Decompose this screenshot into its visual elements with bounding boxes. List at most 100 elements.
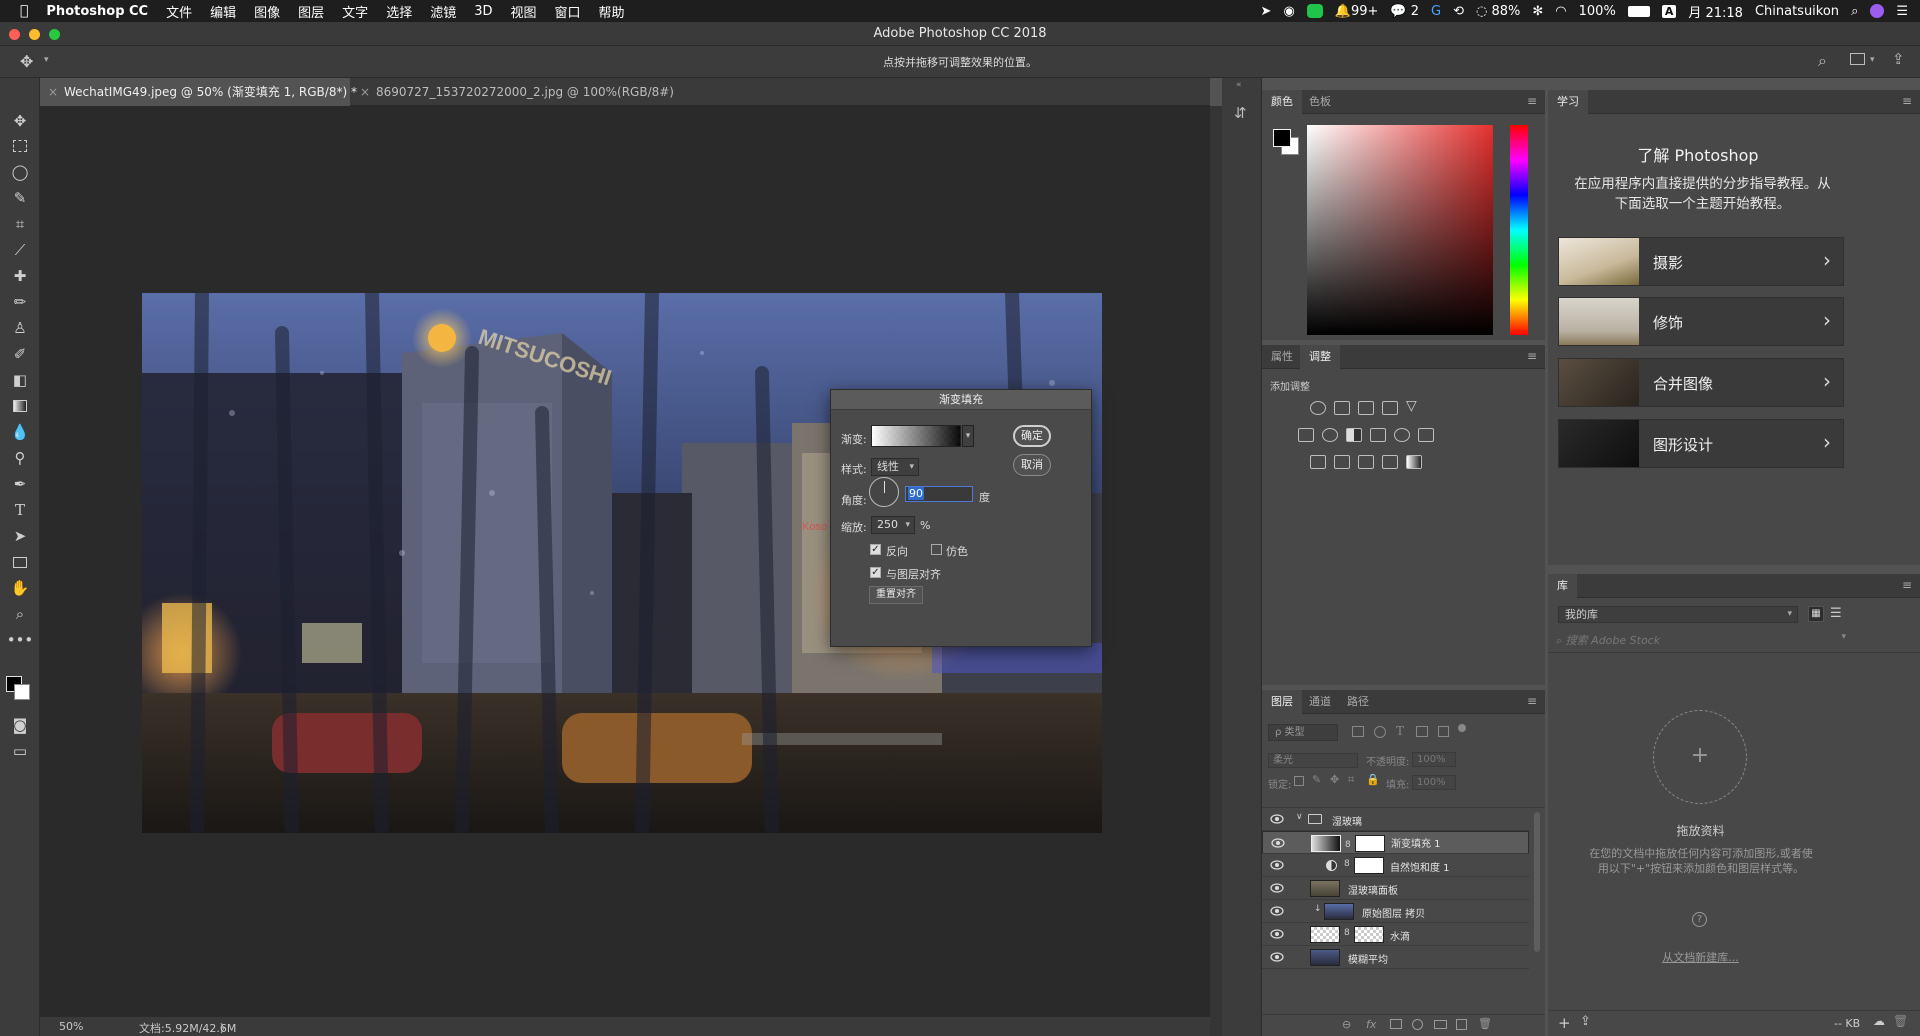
color-balance-icon[interactable] [1322,428,1338,442]
tab-layers[interactable]: 图层 [1262,690,1302,714]
close-icon[interactable]: × [48,78,58,106]
menu-edit[interactable]: 编辑 [201,2,245,21]
color-lookup-icon[interactable] [1418,428,1434,442]
opacity-input[interactable]: 100% [1412,752,1456,767]
tab-document-2[interactable]: × 8690727_153720272000_2.jpg @ 100%(RGB/… [352,78,682,106]
background-color-swatch[interactable] [14,684,30,700]
filter-toggle-icon[interactable] [1458,724,1466,732]
new-adjustment-icon[interactable] [1412,1019,1423,1030]
dither-checkbox[interactable] [931,544,942,555]
username[interactable]: Chinatsuikon [1755,4,1839,19]
screen-mode-icon[interactable]: ▭ [6,740,34,762]
eyedropper-tool-icon[interactable]: ⟋ [6,239,34,261]
link-layers-icon[interactable]: ⊖ [1342,1018,1351,1031]
tab-properties[interactable]: 属性 [1262,345,1302,369]
quick-select-tool-icon[interactable]: ✎ [6,187,34,209]
filter-shape-icon[interactable] [1416,726,1428,737]
tab-adjustments[interactable]: 调整 [1300,345,1340,369]
zoom-tool-icon[interactable]: ⌕ [6,603,34,625]
spotlight-icon[interactable]: ⌕ [1851,4,1858,19]
channel-mixer-icon[interactable] [1394,428,1410,442]
reverse-checkbox[interactable]: ✓ [870,544,881,555]
collapse-icon[interactable]: « [1236,80,1242,90]
dodge-tool-icon[interactable]: ⚲ [6,447,34,469]
list-view-icon[interactable]: ☰ [1830,606,1842,621]
eye-icon[interactable] [1270,882,1284,894]
status-menu-arrow[interactable]: 〉 [220,1020,231,1036]
curves-icon[interactable] [1358,401,1374,415]
clock[interactable]: 月 21:18 [1688,2,1743,21]
eye-icon[interactable] [1270,928,1284,940]
gradient-preview[interactable] [871,425,961,447]
menu-type[interactable]: 文字 [333,2,377,21]
record-icon[interactable]: ◉ [1283,4,1294,19]
move-tool-preset-icon[interactable]: ✥ [20,52,33,71]
tab-document-1[interactable]: × WechatIMG49.jpeg @ 50% (渐变填充 1, RGB/8*… [40,78,357,106]
move-tool-icon[interactable]: ✥ [6,110,34,132]
help-icon[interactable]: ? [1692,912,1707,927]
align-with-layer-checkbox[interactable]: ✓ [870,567,881,578]
gradient-map-icon[interactable] [1406,455,1422,469]
gradient-tool-icon[interactable] [6,395,34,417]
zoom-window-button[interactable] [49,29,60,40]
filter-type-icon[interactable]: T [1396,724,1404,738]
marquee-tool-icon[interactable] [6,135,34,157]
threshold-icon[interactable] [1358,455,1374,469]
drop-zone-circle[interactable]: + [1653,710,1747,804]
selective-color-icon[interactable] [1382,455,1398,469]
vibrance-icon[interactable]: ▽ [1406,398,1417,414]
foreground-color-swatch[interactable] [1273,129,1291,147]
layers-scrollbar[interactable] [1534,812,1540,952]
create-library-link[interactable]: 从文档新建库... [1548,949,1853,965]
siri-icon[interactable] [1870,4,1885,18]
tab-learn[interactable]: 学习 [1548,90,1588,114]
close-window-button[interactable] [9,29,20,40]
battery-small-icon[interactable]: ◌ 88% [1476,4,1520,19]
panel-menu-icon[interactable]: ≡ [1902,94,1912,108]
close-icon[interactable]: × [360,78,370,106]
type-tool-icon[interactable]: T [6,499,34,521]
upload-icon[interactable]: ⇪ [1580,1014,1591,1029]
workspace-icon[interactable] [1850,53,1865,65]
levels-icon[interactable] [1334,401,1350,415]
hue-slider[interactable] [1510,125,1528,335]
tab-channels[interactable]: 通道 [1300,690,1340,714]
exposure-icon[interactable] [1382,401,1398,415]
chevron-down-icon[interactable]: ∨ [1296,812,1303,822]
zoom-level[interactable]: 50% [59,1020,83,1033]
history-panel-icon[interactable]: ⇵ [1234,104,1247,122]
search-icon[interactable]: ⌕ [1818,51,1827,71]
lock-pixels-icon[interactable]: ✎ [1312,773,1321,786]
color-saturation-field[interactable] [1307,125,1493,335]
menu-image[interactable]: 图像 [245,2,289,21]
invert-icon[interactable] [1310,455,1326,469]
more-tools-icon[interactable]: ••• [6,629,34,651]
input-method-icon[interactable]: A [1661,4,1677,18]
canvas-scrollbar[interactable] [1210,106,1222,1036]
hand-tool-icon[interactable]: ✋ [6,577,34,599]
layer-row-blur-average[interactable]: 模糊平均 [1262,946,1529,969]
apple-icon[interactable]:  [0,3,37,19]
sync-icon[interactable]: G [1431,4,1441,19]
filter-adjustment-icon[interactable] [1374,726,1386,738]
gradient-dropdown-button[interactable]: ▾ [962,425,974,447]
eraser-tool-icon[interactable]: ◧ [6,369,34,391]
learn-card-photography[interactable]: 摄影 › [1558,237,1844,286]
quick-mask-icon[interactable]: ◙ [6,714,34,736]
lock-all-icon[interactable]: 🔒 [1366,773,1380,786]
layer-row-gradient-fill[interactable]: 8 渐变填充 1 [1262,831,1529,854]
layer-filter-select[interactable]: ρ 类型 [1268,724,1338,741]
line-icon[interactable] [1306,4,1323,18]
tab-paths[interactable]: 路径 [1338,690,1378,714]
panel-menu-icon[interactable]: ≡ [1902,578,1912,592]
eye-icon[interactable] [1271,837,1285,849]
menu-file[interactable]: 文件 [157,2,201,21]
menu-help[interactable]: 帮助 [590,2,634,21]
style-select[interactable]: 线性 ▾ [871,458,919,476]
menu-filter[interactable]: 滤镜 [421,2,465,21]
eye-icon[interactable] [1270,951,1284,963]
panel-menu-icon[interactable]: ≡ [1527,349,1537,363]
pen-tool-icon[interactable]: ✒ [6,473,34,495]
chevron-down-icon[interactable]: ▾ [1841,632,1846,642]
scale-input[interactable]: 250 ▾ [871,516,915,534]
